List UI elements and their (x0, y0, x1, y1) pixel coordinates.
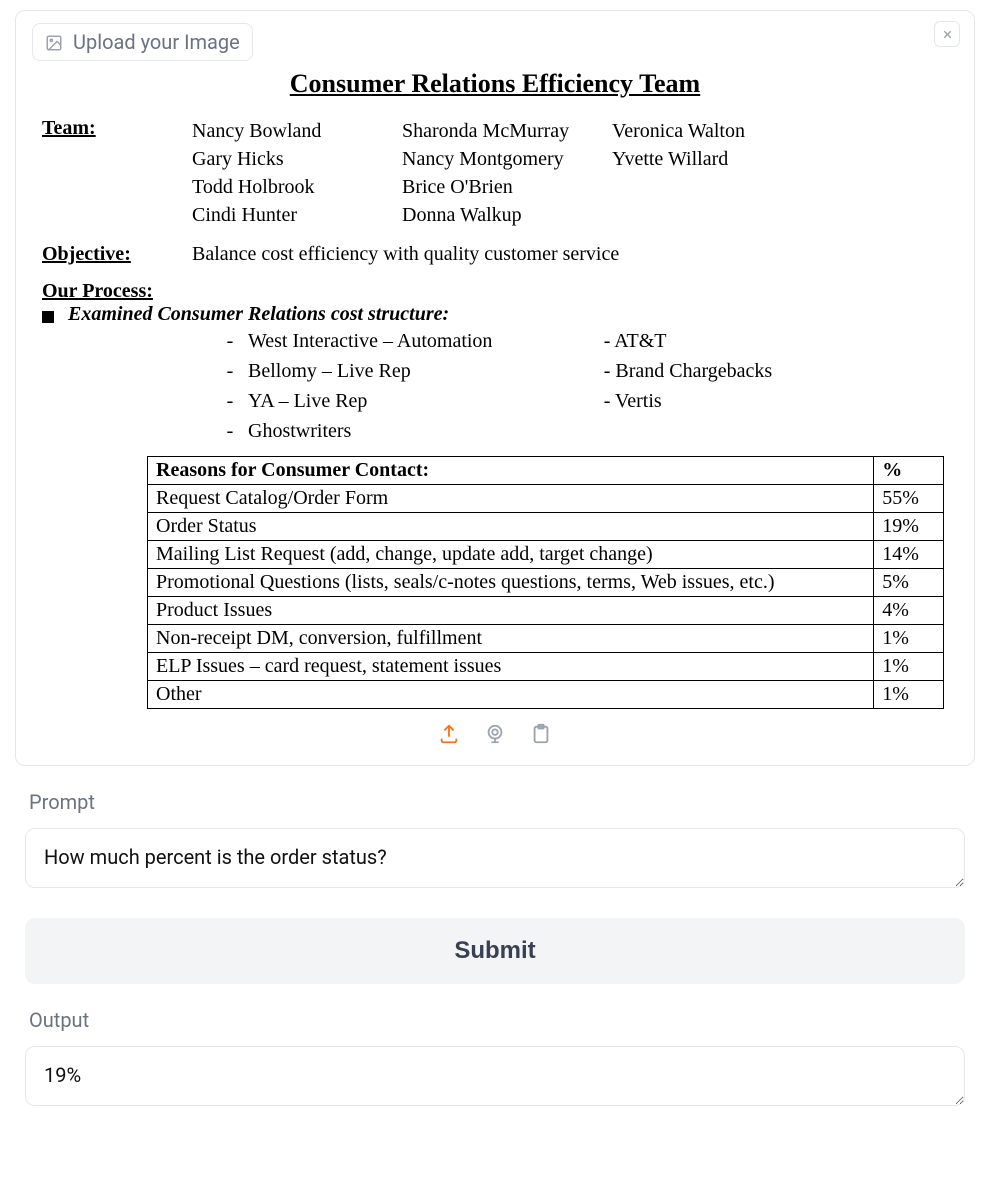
team-col2: Sharonda McMurray Nancy Montgomery Brice… (402, 117, 612, 229)
table-row: Other1% (148, 681, 944, 709)
table-row: Order Status19% (148, 513, 944, 541)
table-row: Product Issues4% (148, 597, 944, 625)
objective-row: Objective: Balance cost efficiency with … (42, 243, 948, 266)
team-member: Yvette Willard (612, 145, 948, 173)
team-row: Team: Nancy Bowland Gary Hicks Todd Holb… (42, 117, 948, 229)
table-header-row: Reasons for Consumer Contact: % (148, 457, 944, 485)
output-text[interactable] (25, 1046, 965, 1106)
team-label: Team: (42, 117, 192, 229)
close-button[interactable] (934, 21, 960, 47)
upload-header: Upload your Image (32, 23, 958, 61)
team-member: Nancy Montgomery (402, 145, 612, 173)
th-pct: % (874, 457, 944, 485)
team-member: Donna Walkup (402, 201, 612, 229)
doc-title: Consumer Relations Efficiency Team (42, 69, 948, 99)
cost-right: - AT&T - Brand Chargebacks - Vertis (604, 326, 772, 446)
objective-text: Balance cost efficiency with quality cus… (192, 243, 619, 266)
table-row: Request Catalog/Order Form55% (148, 485, 944, 513)
upload-label: Upload your Image (73, 30, 240, 54)
output-section: Output (15, 1008, 975, 1114)
uploaded-document: Consumer Relations Efficiency Team Team:… (32, 69, 958, 709)
webcam-icon[interactable] (484, 723, 506, 745)
prompt-input[interactable] (25, 828, 965, 888)
bullet-icon (42, 311, 54, 323)
cost-structure-row: -West Interactive – Automation -Bellomy … (42, 326, 948, 446)
contact-reasons-table: Reasons for Consumer Contact: % Request … (147, 456, 944, 709)
team-col1: Nancy Bowland Gary Hicks Todd Holbrook C… (192, 117, 402, 229)
team-member: Gary Hicks (192, 145, 402, 173)
prompt-section: Prompt (15, 790, 975, 896)
table-row: Mailing List Request (add, change, updat… (148, 541, 944, 569)
objective-label: Objective: (42, 243, 192, 266)
upload-icon[interactable] (438, 723, 460, 745)
process-subhead: Examined Consumer Relations cost structu… (42, 303, 948, 326)
image-icon (45, 33, 63, 51)
prompt-label: Prompt (29, 790, 975, 814)
team-member: Brice O'Brien (402, 173, 612, 201)
cost-item: -Bellomy – Live Rep (212, 356, 604, 386)
cost-item: -YA – Live Rep (212, 386, 604, 416)
team-member: Sharonda McMurray (402, 117, 612, 145)
image-upload-card: Upload your Image Consumer Relations Eff… (15, 10, 975, 766)
cost-item: - Vertis (604, 386, 772, 416)
team-columns: Nancy Bowland Gary Hicks Todd Holbrook C… (192, 117, 948, 229)
process-subtext: Examined Consumer Relations cost structu… (68, 303, 449, 326)
cost-item: -Ghostwriters (212, 416, 604, 446)
team-member: Nancy Bowland (192, 117, 402, 145)
th-reason: Reasons for Consumer Contact: (148, 457, 874, 485)
process-label: Our Process: (42, 280, 948, 303)
cost-item: - Brand Chargebacks (604, 356, 772, 386)
team-member: Todd Holbrook (192, 173, 402, 201)
image-action-bar (32, 723, 958, 745)
output-label: Output (29, 1008, 975, 1032)
clipboard-icon[interactable] (530, 723, 552, 745)
table-row: Promotional Questions (lists, seals/c-no… (148, 569, 944, 597)
table-row: ELP Issues – card request, statement iss… (148, 653, 944, 681)
upload-image-button[interactable]: Upload your Image (32, 23, 253, 61)
cost-left: -West Interactive – Automation -Bellomy … (42, 326, 604, 446)
submit-button[interactable]: Submit (25, 918, 965, 984)
team-member: Cindi Hunter (192, 201, 402, 229)
table-row: Non-receipt DM, conversion, fulfillment1… (148, 625, 944, 653)
cost-item: -West Interactive – Automation (212, 326, 604, 356)
cost-item: - AT&T (604, 326, 772, 356)
team-member: Veronica Walton (612, 117, 948, 145)
team-col3: Veronica Walton Yvette Willard (612, 117, 948, 229)
